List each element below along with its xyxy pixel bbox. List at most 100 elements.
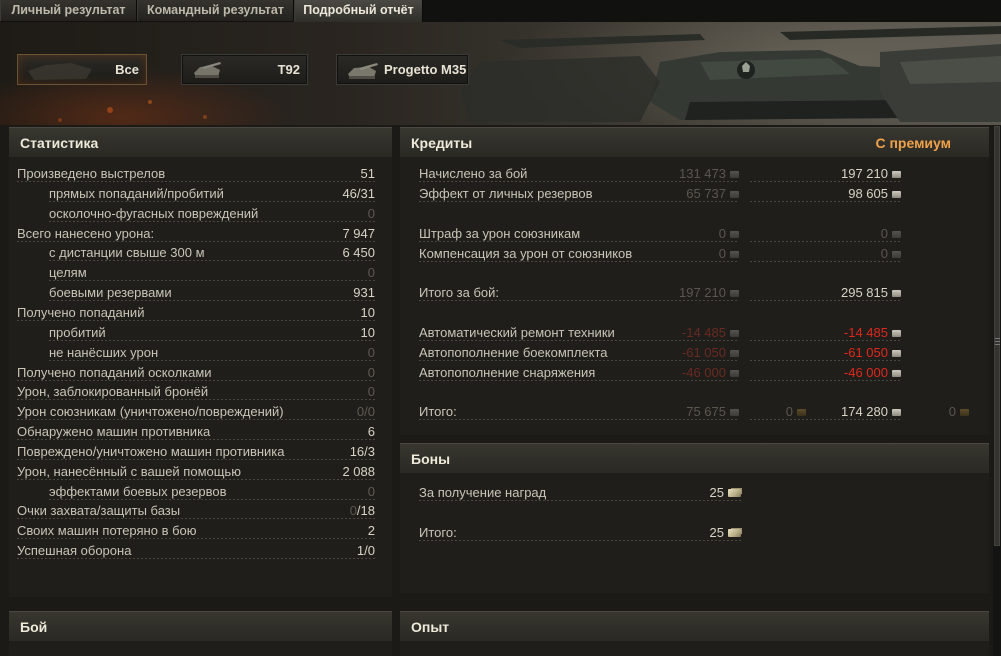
credit-label: Начислено за бой [419, 166, 528, 181]
stat-value: 0 [367, 206, 375, 221]
credits-icon [730, 231, 739, 238]
bond-row: За получение наград 25 [400, 483, 989, 503]
stat-value: 16/3 [349, 444, 375, 459]
tab-team-result[interactable]: Командный результат [137, 0, 294, 21]
row-leader-dots [17, 241, 375, 242]
credits-icon [730, 171, 739, 178]
stat-value: 2 [367, 523, 375, 538]
row-leader-dots [49, 340, 375, 341]
stat-row: Получено попаданий 10 [9, 303, 392, 323]
credit-row: Автопополнение боекомплекта -61 050 -61 05… [400, 343, 989, 363]
stat-row: Обнаружено машин противника 6 [9, 422, 392, 442]
credits-icon [730, 370, 739, 377]
row-leader-dots [750, 340, 901, 341]
vehicle-filter-t92-label: T92 [277, 62, 300, 77]
stat-label: Получено попаданий [17, 305, 145, 320]
stat-row: Урон союзникам (уничтожено/повреждений) 0… [9, 402, 392, 422]
row-leader-dots [49, 360, 375, 361]
row-leader-dots [49, 201, 375, 202]
stat-row: Успешная оборона 1/0 [9, 541, 392, 561]
credits-icon [892, 171, 901, 178]
row-leader-dots [49, 300, 375, 301]
scrollbar-thumb[interactable] [994, 126, 1000, 546]
credit-value: -61 050 [682, 345, 739, 360]
credit-value: 98 605 [848, 186, 901, 201]
bond-row: Итого: 25 [400, 523, 989, 543]
credit-label: Автопополнение боекомплекта [419, 345, 608, 360]
credits-icon [892, 251, 901, 258]
stat-row: Своих машин потеряно в бою 2 [9, 521, 392, 541]
credit-row: Компенсация за урон от союзников 0 0 [400, 244, 989, 264]
credit-value: 75 675 [686, 404, 739, 419]
credits-panel: Кредиты С премиум Начислено за бой 131 47… [400, 127, 989, 435]
row-leader-dots [17, 419, 375, 420]
row-leader-dots [750, 201, 901, 202]
stat-label: целям [49, 265, 87, 280]
stat-row: не нанёсших урон 0 [9, 343, 392, 363]
bond-label: Итого: [419, 525, 457, 540]
tab-bar: Личный результат Командный результат Под… [0, 0, 1001, 22]
stat-row: Всего нанесено урона: 7 947 [9, 224, 392, 244]
row-leader-dots [419, 360, 739, 361]
amount-text: 174 280 [841, 404, 888, 419]
bonds-header: Боны [400, 443, 989, 473]
stat-value: 0 [367, 265, 375, 280]
stat-label: Урон, заблокированный бронёй [17, 384, 209, 399]
credit-value: 0 [881, 246, 901, 261]
row-leader-dots [17, 320, 375, 321]
stat-row: прямых попаданий/пробитий 46/31 [9, 184, 392, 204]
row-leader-dots [419, 241, 739, 242]
vehicle-filter-all-label: Все [115, 62, 139, 77]
stat-label: эффектами боевых резервов [49, 484, 227, 499]
amount-text: 0 [718, 226, 726, 241]
stat-value-dim-part: 0 [349, 503, 357, 518]
row-leader-dots [419, 419, 739, 420]
amount-text: 25 [709, 525, 724, 540]
credits-icon [892, 350, 901, 357]
row-leader-dots [17, 181, 375, 182]
row-leader-dots [17, 459, 375, 460]
stat-label: не нанёсших урон [49, 345, 159, 360]
row-leader-dots [17, 479, 375, 480]
row-leader-dots [419, 181, 739, 182]
stat-label: Урон союзникам (уничтожено/повреждений) [17, 404, 284, 419]
credits-icon [730, 290, 739, 297]
battle-title: Бой [20, 619, 48, 635]
bonds-icon [728, 529, 741, 537]
stat-value: 51 [360, 166, 375, 181]
experience-panel: Опыт [400, 611, 989, 656]
stat-row: осколочно-фугасных повреждений 0 [9, 204, 392, 224]
vehicle-filter-progetto-m35[interactable]: Progetto M35 [336, 54, 469, 85]
credit-label: Эффект от личных резервов [419, 186, 593, 201]
tab-personal-result[interactable]: Личный результат [0, 0, 137, 21]
header-banner: Все T92 Progetto M35 [0, 22, 1001, 125]
row-leader-dots [419, 500, 741, 501]
stat-label: с дистанции свыше 300 м [49, 245, 205, 260]
credits-icon [730, 251, 739, 258]
credit-row: Автопополнение снаряжения -46 000 -46 000 [400, 363, 989, 383]
credit-value: 0 [881, 226, 901, 241]
amount-text: 0 [785, 404, 793, 419]
stat-value: 2 088 [342, 464, 375, 479]
amount-text: 65 737 [686, 186, 726, 201]
credit-row: Итого за бой: 197 210 295 815 [400, 283, 989, 303]
bonds-panel: Боны За получение наград 25 Итого: 25 [400, 443, 989, 593]
credit-value: 197 210 [679, 285, 739, 300]
stat-row: Урон, нанесённый с вашей помощью 2 088 [9, 462, 392, 482]
stat-label: Урон, нанесённый с вашей помощью [17, 464, 241, 479]
stat-value: 46/31 [342, 186, 375, 201]
stat-row: Получено попаданий осколками 0 [9, 363, 392, 383]
amount-text: 0 [718, 246, 726, 261]
vehicle-filter-all[interactable]: Все [17, 54, 147, 85]
stat-row: с дистанции свыше 300 м 6 450 [9, 243, 392, 263]
credits-icon [892, 370, 901, 377]
row-leader-dots [17, 439, 375, 440]
credit-label: Итого за бой: [419, 285, 500, 300]
scrollbar[interactable] [993, 126, 1001, 656]
vehicle-filter-t92[interactable]: T92 [181, 54, 308, 85]
credits-header: Кредиты С премиум [400, 127, 989, 157]
tab-detailed-report[interactable]: Подробный отчёт [294, 0, 423, 22]
row-leader-dots [419, 201, 739, 202]
credit-label: Автопополнение снаряжения [419, 365, 596, 380]
row-leader-dots [750, 241, 901, 242]
